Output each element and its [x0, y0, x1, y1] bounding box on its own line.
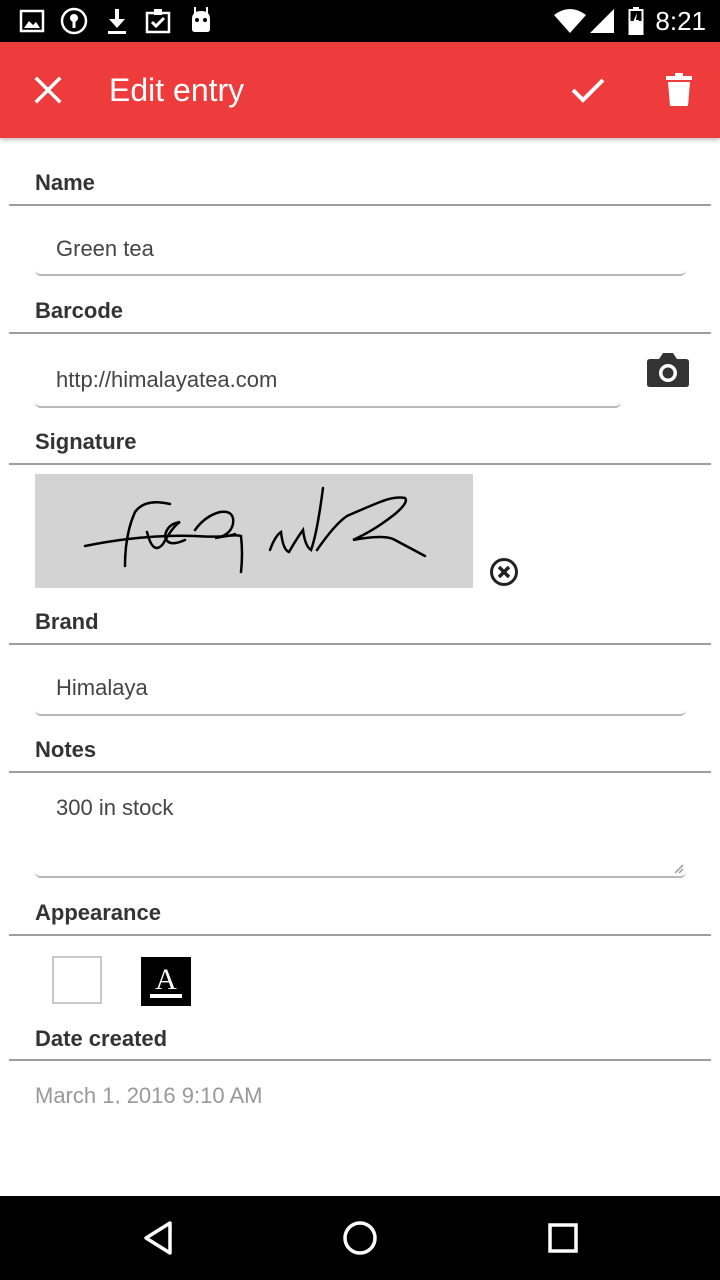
name-field[interactable]: Green tea	[35, 226, 686, 276]
name-value: Green tea	[56, 236, 154, 261]
notes-label: Notes	[35, 737, 97, 762]
home-icon	[343, 1221, 377, 1255]
signature-divider	[9, 463, 711, 465]
wifi-icon	[552, 6, 588, 36]
camera-icon	[647, 353, 689, 387]
back-icon	[144, 1221, 172, 1255]
page-title: Edit entry	[109, 72, 245, 108]
navigation-bar	[0, 1196, 720, 1280]
save-button[interactable]	[556, 58, 620, 122]
notes-field[interactable]: 300 in stock	[35, 778, 686, 878]
appearance-divider	[9, 934, 711, 936]
notes-value: 300 in stock	[56, 795, 174, 820]
check-icon	[571, 78, 605, 103]
vpn-key-icon	[59, 6, 89, 36]
signature-label: Signature	[35, 429, 137, 454]
signature-drawing	[83, 486, 427, 574]
resize-grip-icon[interactable]	[672, 862, 684, 874]
text-format-icon: A	[150, 963, 182, 998]
signal-icon	[588, 6, 616, 36]
background-color-swatch[interactable]	[52, 956, 102, 1004]
clear-circle-icon	[490, 558, 518, 586]
status-time: 8:21	[655, 6, 706, 36]
recents-button[interactable]	[535, 1210, 591, 1266]
text-color-swatch[interactable]: A	[141, 957, 191, 1006]
signature-pad[interactable]	[35, 474, 473, 588]
date-created-divider	[9, 1059, 711, 1061]
app-bar: Edit entry	[0, 42, 720, 138]
date-created-label: Date created	[35, 1026, 168, 1051]
name-divider	[9, 204, 711, 206]
brand-divider	[9, 643, 711, 645]
download-icon	[104, 6, 130, 36]
barcode-field[interactable]: http://himalayatea.com	[35, 356, 621, 408]
barcode-divider	[9, 332, 711, 334]
delete-button[interactable]	[647, 58, 711, 122]
clipboard-check-icon	[143, 6, 173, 36]
scan-barcode-button[interactable]	[640, 342, 696, 398]
notes-divider	[9, 771, 711, 773]
brand-label: Brand	[35, 609, 99, 634]
android-icon	[187, 6, 215, 36]
trash-icon	[666, 73, 692, 106]
barcode-value: http://himalayatea.com	[56, 367, 278, 392]
gallery-icon	[18, 6, 46, 36]
battery-icon	[626, 6, 646, 36]
appearance-label: Appearance	[35, 900, 161, 925]
brand-value: Himalaya	[56, 675, 148, 700]
close-icon	[34, 76, 62, 104]
brand-field[interactable]: Himalaya	[35, 664, 686, 716]
name-label: Name	[35, 170, 95, 195]
date-created-value: March 1, 2016 9:10 AM	[35, 1083, 263, 1104]
home-button[interactable]	[332, 1210, 388, 1266]
barcode-label: Barcode	[35, 298, 124, 323]
back-button[interactable]	[130, 1210, 186, 1266]
text-color-glyph: A	[155, 963, 177, 996]
recents-icon	[548, 1223, 578, 1253]
status-bar: 8:21	[0, 0, 720, 42]
clear-signature-button[interactable]	[486, 554, 522, 590]
close-button[interactable]	[16, 58, 80, 122]
